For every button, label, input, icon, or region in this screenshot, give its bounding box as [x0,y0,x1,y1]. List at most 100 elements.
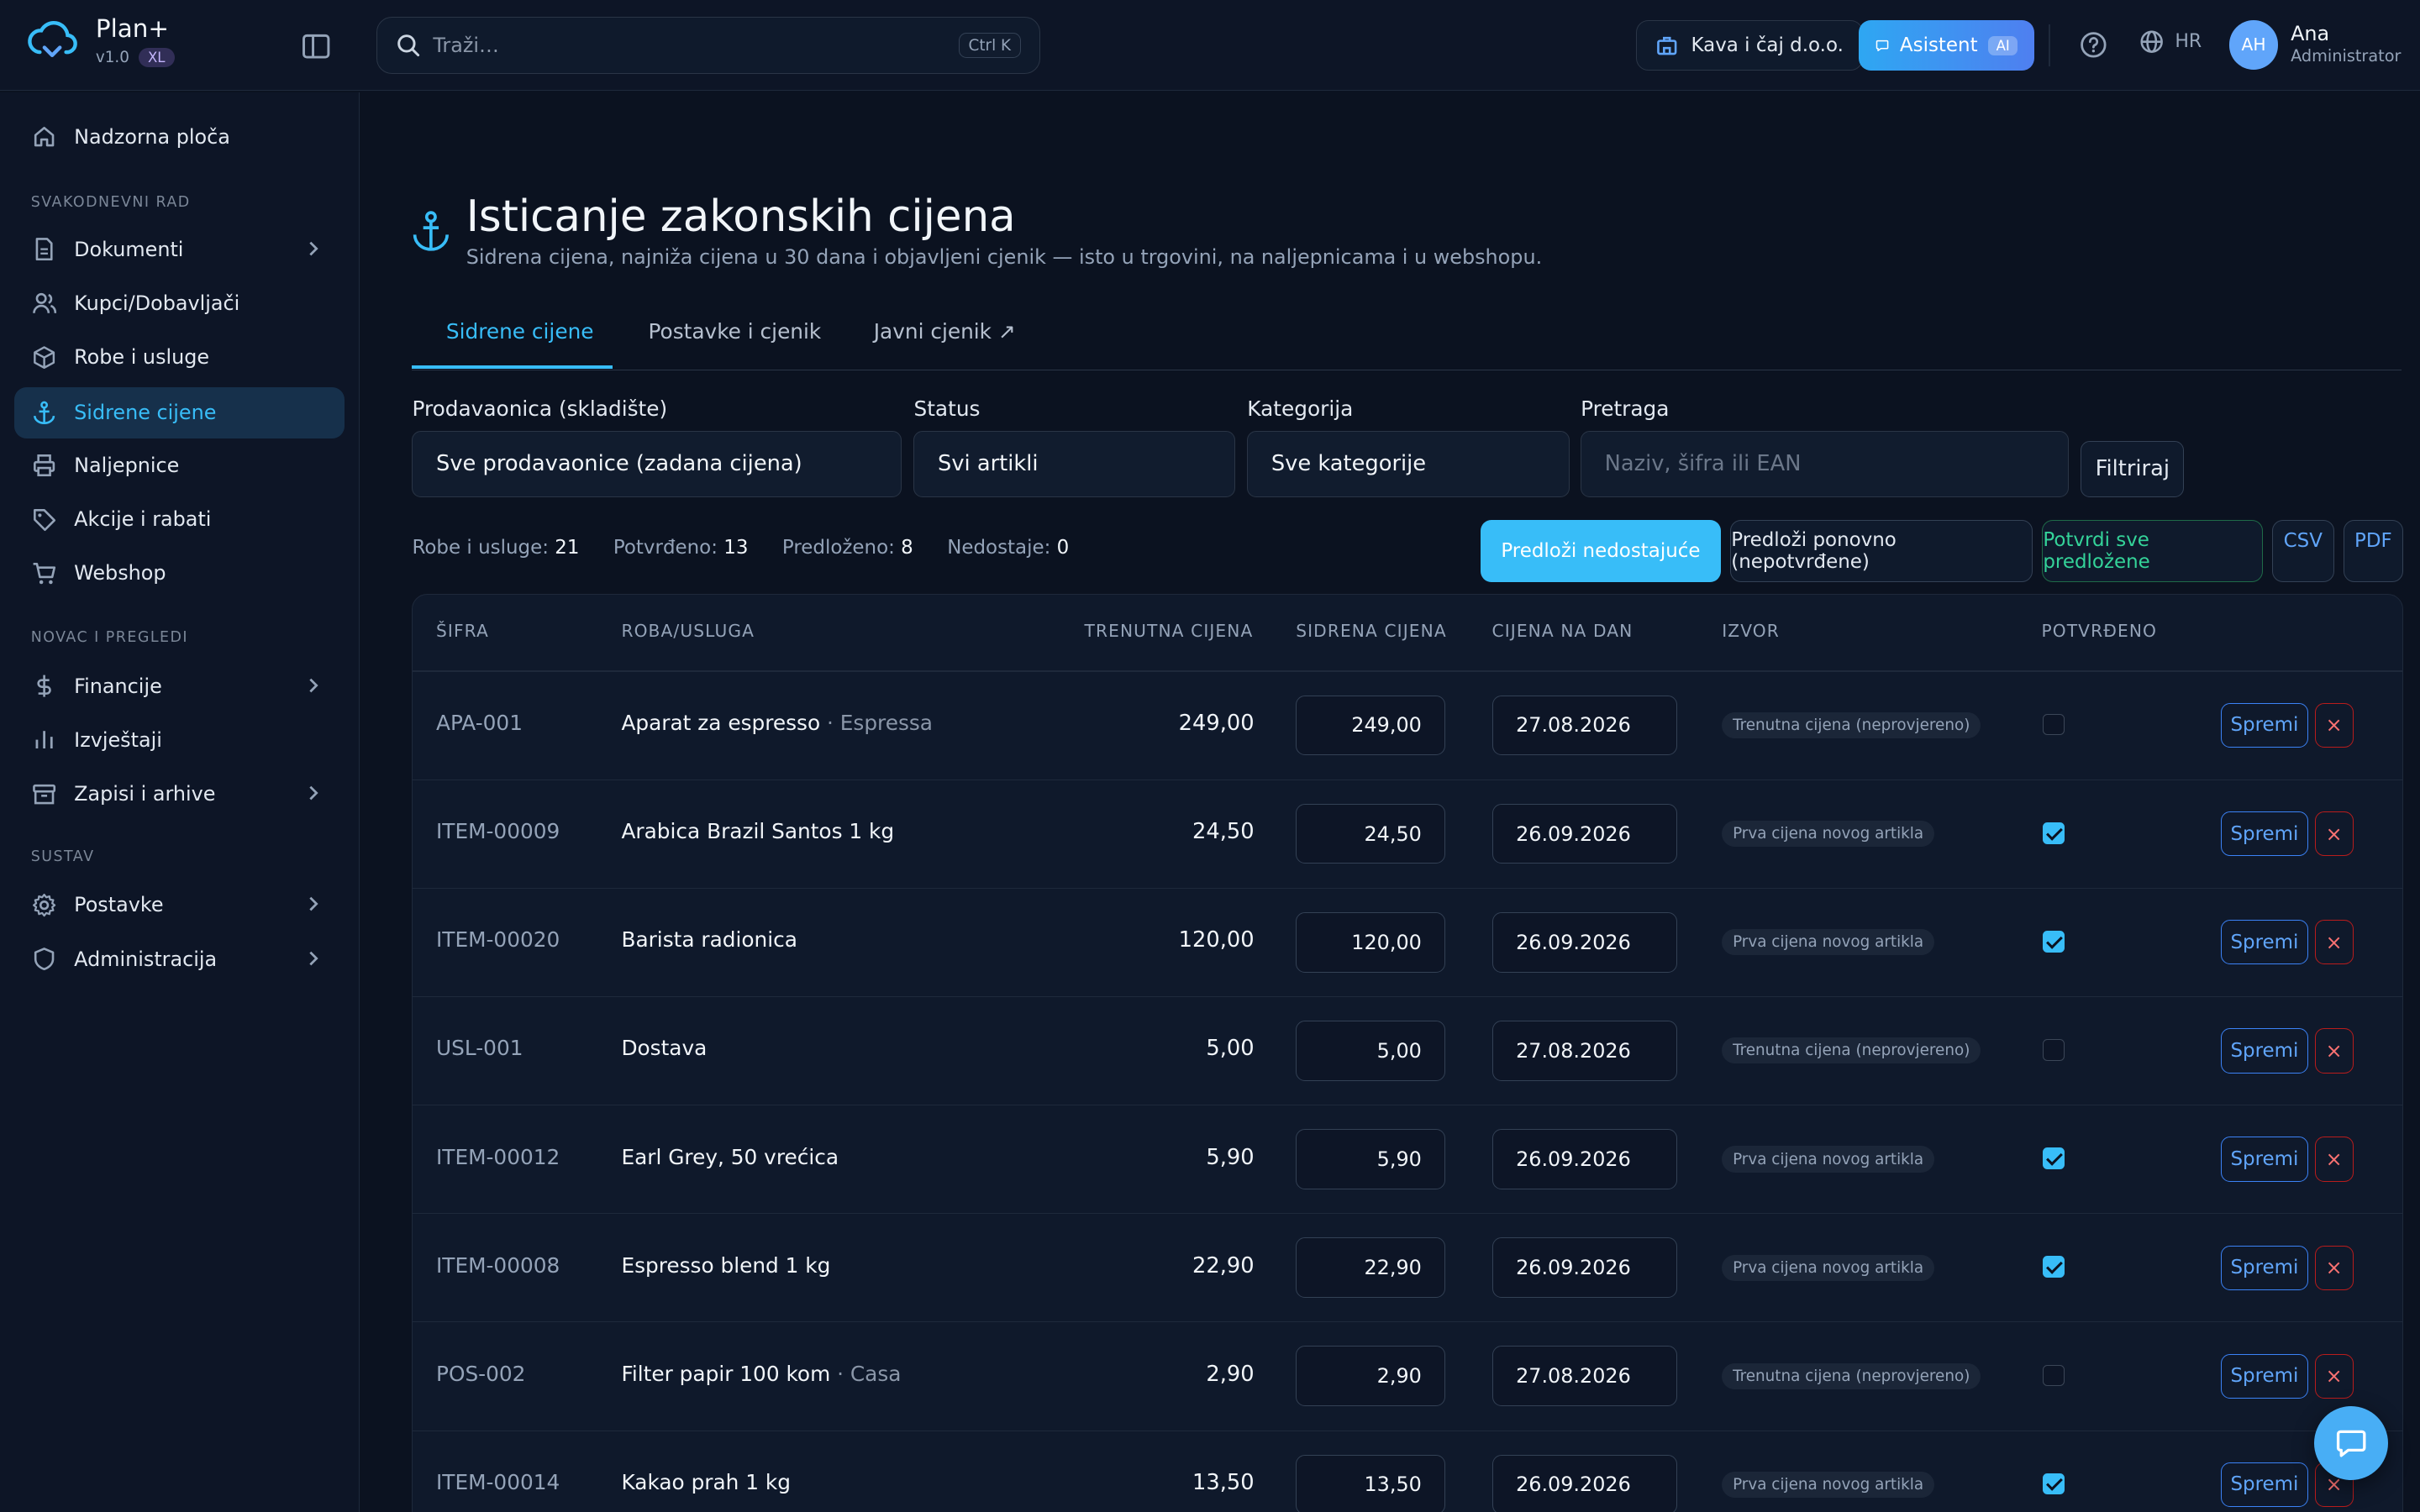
anchor-price-input[interactable]: 13,50 [1296,1454,1446,1512]
company-name: Kava i čaj d.o.o. [1691,34,1844,57]
anchor-price-input[interactable]: 120,00 [1296,911,1446,973]
chat-fab-button[interactable] [2313,1405,2388,1480]
anchor-price-input[interactable]: 5,00 [1296,1021,1446,1081]
chevron-right-icon [309,241,318,256]
price-date-input[interactable]: 26.09.2026 [1491,803,1677,864]
price-date-input[interactable]: 26.09.2026 [1491,1129,1677,1189]
global-search[interactable]: Ctrl K [376,17,1041,75]
delete-button[interactable]: × [2314,1353,2354,1399]
sidebar-item-labels[interactable]: Naljepnice [14,440,345,491]
tag-icon [33,508,55,531]
shield-icon [34,948,55,971]
sidebar-item-settings[interactable]: Postavke [14,879,345,931]
sidebar-item-documents[interactable]: Dokumenti [14,223,345,275]
product-search-input[interactable]: Naziv, šifra ili EAN [1581,430,2069,497]
price-date-input[interactable]: 27.08.2026 [1491,1021,1677,1081]
save-button[interactable]: Spremi [2220,1137,2309,1182]
delete-button[interactable]: × [2314,702,2354,748]
sidebar-item-dashboard[interactable]: Nadzorna ploča [14,111,345,162]
store-filter-label: Prodavaonica (skladište) [412,396,668,422]
source-badge: Prva cijena novog artikla [1722,1254,1935,1281]
save-button[interactable]: Spremi [2220,702,2309,748]
tab-settings-pricelist[interactable]: Postavke i cjenik [649,319,822,344]
sidebar-item-goods[interactable]: Robe i usluge [14,332,345,383]
delete-button[interactable]: × [2314,811,2354,857]
save-button[interactable]: Spremi [2220,920,2309,965]
category-select[interactable]: Sve kategorije [1247,430,1570,497]
chat-icon [1876,40,1889,52]
confirm-all-button[interactable]: Potvrdi sve predložene [2042,520,2264,582]
anchor-price-input[interactable]: 2,90 [1296,1346,1446,1407]
brand[interactable]: Plan+ v1.0 XL [24,15,175,71]
price-date-input[interactable]: 27.08.2026 [1491,695,1677,756]
confirmed-checkbox[interactable] [2043,1364,2065,1387]
confirmed-checkbox[interactable] [2043,822,2065,844]
tab-public-pricelist[interactable]: Javni cjenik ↗ [874,319,1016,344]
sidebar-item-finance[interactable]: Financije [14,660,345,711]
column-header-confirmed[interactable]: POTVRĐENO [2041,621,2157,641]
price-date-input[interactable]: 26.09.2026 [1491,1454,1677,1512]
column-header-price-date[interactable]: CIJENA NA DAN [1492,621,1634,641]
column-header-anchor-price[interactable]: SIDRENA CIJENA [1296,621,1447,641]
anchor-price-input[interactable]: 24,50 [1296,803,1446,864]
anchor-price-input[interactable]: 22,90 [1296,1237,1446,1298]
source-badge: Trenutna cijena (neprovjereno) [1722,711,1981,739]
confirmed-checkbox[interactable] [2043,1473,2065,1495]
ai-badge: AI [1988,35,2018,55]
item-code: APA-001 [436,711,523,735]
sidebar-item-administration[interactable]: Administracija [14,933,345,984]
propose-missing-button[interactable]: Predloži nedostajuće [1480,520,1722,582]
tab-anchor-prices[interactable]: Sidrene cijene [446,319,594,344]
chevron-right-icon [309,951,318,966]
source-badge: Trenutna cijena (neprovjereno) [1722,1362,1981,1389]
current-price: 13,50 [1192,1469,1255,1495]
sidebar-item-reports[interactable]: Izvještaji [14,715,345,766]
confirmed-checkbox[interactable] [2043,713,2065,736]
column-header-item[interactable]: ROBA/USLUGA [621,621,755,641]
export-csv-button[interactable]: CSV [2272,520,2334,582]
save-button[interactable]: Spremi [2220,1245,2309,1290]
sidebar-toggle-icon[interactable] [299,29,333,63]
anchor-price-input[interactable]: 5,90 [1296,1129,1446,1189]
help-icon[interactable] [2078,29,2109,60]
assistant-button[interactable]: Asistent AI [1858,19,2035,71]
price-date-input[interactable]: 26.09.2026 [1491,911,1677,973]
delete-button[interactable]: × [2314,1028,2354,1074]
price-date-input[interactable]: 26.09.2026 [1491,1237,1677,1298]
search-input[interactable] [433,34,959,58]
avatar[interactable]: AH [2228,19,2279,70]
filter-button[interactable]: Filtriraj [2081,441,2185,497]
delete-button[interactable]: × [2314,920,2354,965]
store-select[interactable]: Sve prodavaonice (zadana cijena) [412,430,902,497]
sidebar-item-customers[interactable]: Kupci/Dobavljači [14,278,345,329]
language-switcher[interactable]: HR [2139,29,2202,54]
save-button[interactable]: Spremi [2220,1028,2309,1074]
sidebar-item-label: Zapisi i arhive [74,782,216,806]
save-button[interactable]: Spremi [2220,1353,2309,1399]
sidebar-item-label: Naljepnice [74,453,180,477]
delete-button[interactable]: × [2314,1137,2354,1182]
confirmed-checkbox[interactable] [2043,1256,2065,1278]
item-code: ITEM-00014 [436,1469,560,1494]
column-header-current-price[interactable]: TRENUTNA CIJENA [1085,621,1254,641]
confirmed-checkbox[interactable] [2043,1147,2065,1169]
save-button[interactable]: Spremi [2220,811,2309,857]
company-switcher-button[interactable]: Kava i čaj d.o.o. [1636,19,1863,71]
sidebar-item-anchor-prices[interactable]: Sidrene cijene [13,387,345,438]
confirmed-checkbox[interactable] [2043,930,2065,953]
sidebar-item-archives[interactable]: Zapisi i arhive [14,769,345,820]
anchor-price-input[interactable]: 249,00 [1296,695,1446,756]
column-header-source[interactable]: IZVOR [1722,621,1780,641]
export-pdf-button[interactable]: PDF [2343,520,2404,582]
sidebar-item-webshop[interactable]: Webshop [14,548,345,599]
sidebar-item-promotions[interactable]: Akcije i rabati [14,494,345,545]
repropose-button[interactable]: Predloži ponovno (nepotvrđene) [1730,520,2033,582]
confirmed-checkbox[interactable] [2043,1039,2065,1061]
main-content: Isticanje zakonskih cijena Sidrena cijen… [361,92,2420,1512]
price-date-input[interactable]: 27.08.2026 [1491,1346,1677,1407]
delete-button[interactable]: × [2314,1245,2354,1290]
category-filter-label: Kategorija [1247,396,1354,422]
status-select[interactable]: Svi artikli [913,430,1235,497]
save-button[interactable]: Spremi [2220,1462,2309,1508]
column-header-code[interactable]: ŠIFRA [436,621,489,641]
